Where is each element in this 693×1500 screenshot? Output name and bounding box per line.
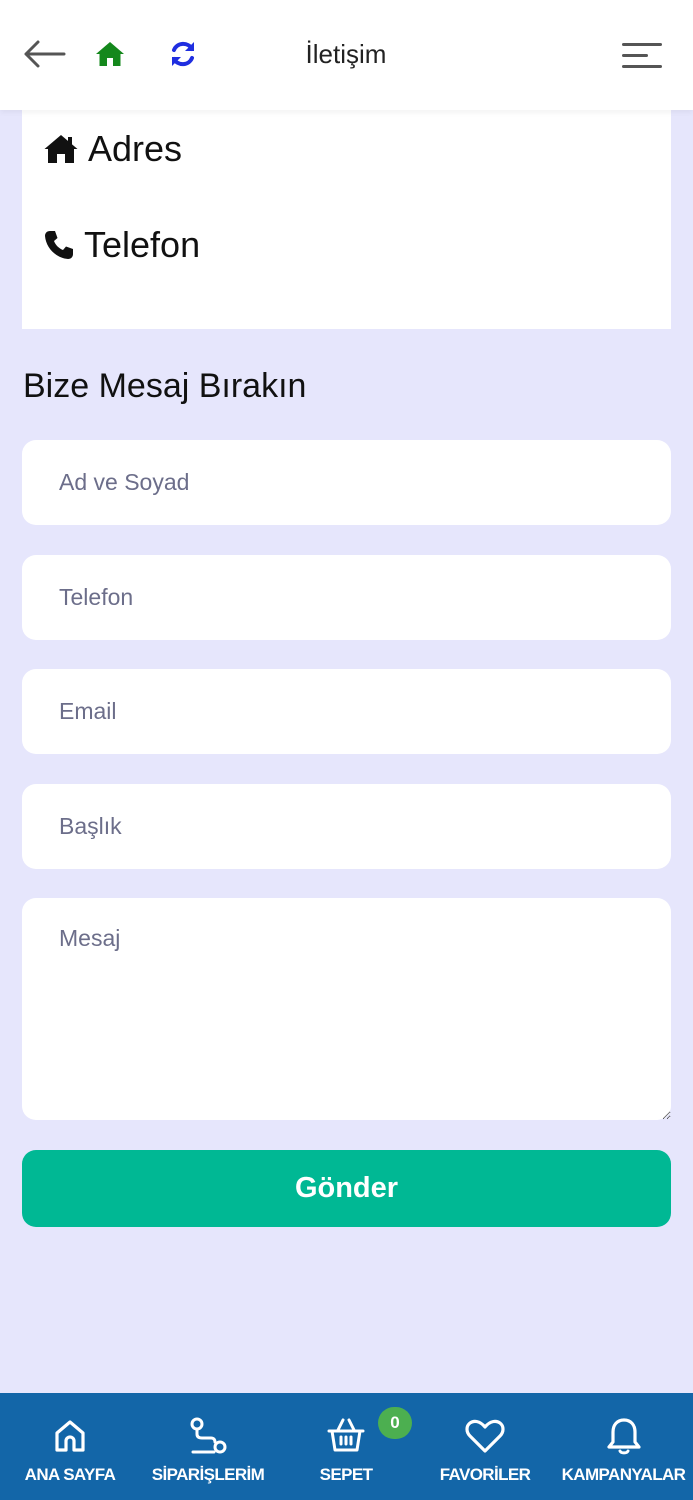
nav-item-orders[interactable]: SİPARİŞLERİM — [140, 1393, 276, 1500]
phone-row: Telefon — [44, 224, 200, 266]
top-header: İletişim — [0, 0, 693, 110]
nav-label-orders: SİPARİŞLERİM — [151, 1465, 265, 1484]
bottom-navigation: ANA SAYFA SİPARİŞLERİM SEPET 0 FAVORİLER… — [0, 1393, 693, 1500]
nav-label-cart: SEPET — [319, 1465, 373, 1484]
app-root: İletişim Adres Telefon Bize Mesaj Bırakı… — [0, 0, 693, 1500]
subject-input[interactable] — [22, 784, 671, 869]
back-button[interactable] — [18, 32, 70, 76]
route-icon — [187, 1415, 229, 1457]
address-label: Adres — [88, 128, 183, 169]
nav-label-home: ANA SAYFA — [24, 1465, 116, 1484]
nav-label-favorites: FAVORİLER — [439, 1465, 531, 1484]
name-input[interactable] — [22, 440, 671, 525]
bell-icon — [605, 1415, 643, 1457]
nav-item-campaigns[interactable]: KAMPANYALAR — [554, 1393, 693, 1500]
nav-item-favorites[interactable]: FAVORİLER — [430, 1393, 540, 1500]
refresh-icon — [172, 41, 194, 67]
message-section-title: Bize Mesaj Bırakın — [23, 367, 307, 405]
phone-input[interactable] — [22, 555, 671, 640]
submit-button[interactable]: Gönder — [22, 1150, 671, 1227]
email-input[interactable] — [22, 669, 671, 754]
arrow-left-icon — [24, 40, 66, 68]
cart-count-badge: 0 — [378, 1407, 412, 1439]
phone-label: Telefon — [84, 224, 201, 265]
menu-button[interactable] — [614, 34, 670, 76]
nav-label-campaigns: KAMPANYALAR — [561, 1465, 686, 1484]
page-title: İletişim — [305, 39, 387, 69]
home-button[interactable] — [92, 34, 128, 74]
heart-icon — [465, 1415, 505, 1457]
home-icon — [44, 134, 78, 164]
phone-icon — [44, 230, 74, 260]
refresh-button[interactable] — [164, 34, 202, 74]
address-row: Adres — [44, 128, 182, 170]
message-textarea[interactable] — [22, 898, 671, 1120]
hamburger-menu-icon — [622, 43, 662, 68]
home-icon — [96, 42, 124, 66]
nav-item-cart[interactable]: SEPET 0 — [290, 1393, 412, 1500]
basket-icon — [326, 1415, 366, 1457]
home-outline-icon — [51, 1415, 89, 1457]
contact-info-card: Adres Telefon — [22, 110, 671, 329]
nav-item-home[interactable]: ANA SAYFA — [8, 1393, 132, 1500]
